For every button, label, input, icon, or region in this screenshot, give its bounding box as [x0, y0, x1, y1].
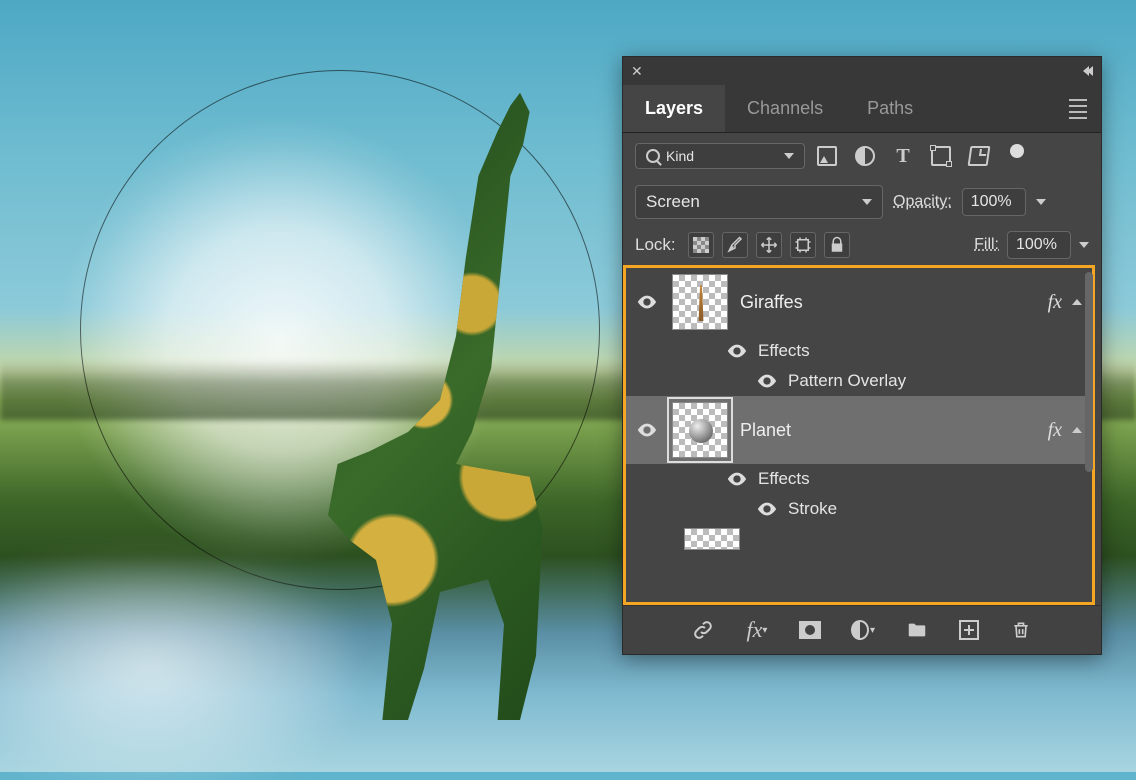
opacity-label[interactable]: Opacity: [893, 193, 952, 211]
chevron-left-icon [1087, 66, 1093, 76]
cloud-mist [0, 560, 350, 780]
visibility-toggle[interactable] [726, 468, 748, 490]
lock-all-icon[interactable] [824, 232, 850, 258]
fx-badge-icon[interactable]: fx [1048, 419, 1062, 442]
lock-label: Lock: [635, 235, 676, 255]
add-adjustment-icon[interactable]: ▾ [851, 618, 875, 642]
opacity-dropdown-icon[interactable] [1036, 199, 1046, 205]
filter-type-icon[interactable]: T [893, 146, 913, 166]
tab-layers[interactable]: Layers [623, 85, 725, 132]
effects-label: Effects [758, 341, 810, 361]
tab-paths[interactable]: Paths [845, 85, 935, 132]
blend-row: Screen Opacity: 100% [623, 179, 1101, 225]
visibility-toggle[interactable] [756, 370, 778, 392]
effect-pattern-overlay[interactable]: Pattern Overlay [626, 366, 1092, 396]
lock-row: Lock: Fill: 100% [623, 225, 1101, 265]
lock-image-icon[interactable] [722, 232, 748, 258]
layer-thumbnail[interactable] [672, 402, 728, 458]
effects-header[interactable]: Effects [626, 464, 1092, 494]
layer-name-label[interactable]: Planet [740, 420, 791, 441]
layer-thumbnail[interactable] [684, 528, 740, 550]
effects-collapse-icon[interactable] [1072, 427, 1082, 433]
layer-row-peek[interactable] [684, 524, 1092, 554]
visibility-toggle[interactable] [726, 340, 748, 362]
effects-collapse-icon[interactable] [1072, 299, 1082, 305]
panel-footer: fx▾ ▾ [623, 605, 1101, 654]
panel-menu-button[interactable] [1069, 99, 1087, 119]
filter-toggle[interactable] [1007, 146, 1027, 166]
opacity-value[interactable]: 100% [962, 188, 1026, 216]
blend-mode-value: Screen [646, 192, 700, 212]
fill-value[interactable]: 100% [1007, 231, 1071, 259]
effect-stroke[interactable]: Stroke [626, 494, 1092, 524]
fill-dropdown-icon[interactable] [1079, 242, 1089, 248]
panel-tabs: Layers Channels Paths [623, 85, 1101, 133]
filter-pixel-icon[interactable] [817, 146, 837, 166]
filter-kind-label: Kind [666, 148, 694, 164]
close-icon[interactable]: ✕ [631, 63, 643, 80]
visibility-toggle[interactable] [634, 291, 660, 313]
delete-layer-icon[interactable] [1009, 618, 1033, 642]
panel-titlebar[interactable]: ✕ [623, 57, 1101, 85]
scrollbar-vertical[interactable] [1085, 272, 1093, 472]
search-icon [646, 149, 660, 163]
layers-panel: ✕ Layers Channels Paths Kind T Scr [622, 56, 1102, 655]
filter-row: Kind T [623, 133, 1101, 179]
filter-shape-icon[interactable] [931, 146, 951, 166]
blend-mode-select[interactable]: Screen [635, 185, 883, 219]
effect-name: Stroke [788, 499, 837, 519]
chevron-down-icon [862, 199, 872, 205]
add-mask-icon[interactable] [799, 621, 821, 639]
lock-artboard-icon[interactable] [790, 232, 816, 258]
visibility-toggle[interactable] [756, 498, 778, 520]
filter-smartobject-icon[interactable] [968, 146, 991, 166]
chevron-down-icon [784, 153, 794, 159]
lock-position-icon[interactable] [756, 232, 782, 258]
layer-row-giraffes[interactable]: Giraffes fx [626, 268, 1092, 336]
new-layer-icon[interactable] [959, 620, 979, 640]
add-layer-style-icon[interactable]: fx▾ [745, 618, 769, 642]
effect-name: Pattern Overlay [788, 371, 906, 391]
filter-kind-select[interactable]: Kind [635, 143, 805, 169]
layers-list-highlighted: Giraffes fx Effects Pattern Overlay Pla [623, 265, 1095, 605]
visibility-toggle[interactable] [634, 419, 660, 441]
collapse-panel-button[interactable] [1083, 66, 1093, 76]
effects-header[interactable]: Effects [626, 336, 1092, 366]
layer-thumbnail[interactable] [672, 274, 728, 330]
effects-label: Effects [758, 469, 810, 489]
fill-label[interactable]: Fill: [974, 236, 999, 254]
fx-badge-icon[interactable]: fx [1048, 291, 1062, 314]
tab-channels[interactable]: Channels [725, 85, 845, 132]
filter-adjustment-icon[interactable] [855, 146, 875, 166]
link-layers-icon[interactable] [691, 618, 715, 642]
layer-row-planet[interactable]: Planet fx [626, 396, 1092, 464]
new-group-icon[interactable] [905, 618, 929, 642]
layer-name-label[interactable]: Giraffes [740, 292, 803, 313]
lock-transparency-icon[interactable] [688, 232, 714, 258]
